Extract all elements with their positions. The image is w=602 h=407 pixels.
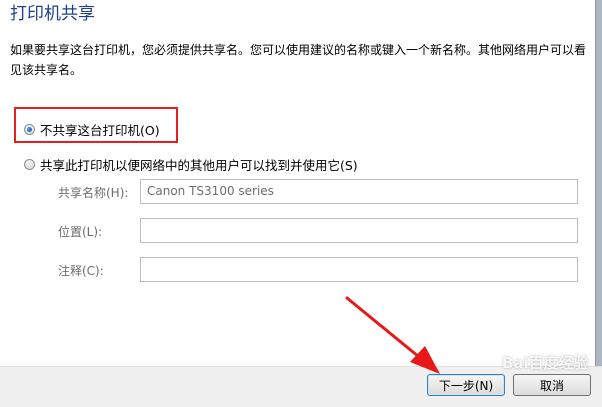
radio-share[interactable]: 共享此打印机以便网络中的其他用户可以找到并使用它(S) bbox=[24, 155, 358, 174]
location-input[interactable] bbox=[140, 218, 578, 243]
comment-input[interactable] bbox=[140, 257, 578, 282]
radio-unselected-icon[interactable] bbox=[24, 159, 35, 170]
share-name-input[interactable]: Canon TS3100 series bbox=[140, 179, 578, 204]
watermark-logo: Bai百度经验 bbox=[502, 354, 589, 372]
radio-no-share[interactable]: 不共享这台打印机(O) bbox=[24, 120, 160, 139]
location-label: 位置(L): bbox=[58, 225, 103, 239]
page-title: 打印机共享 bbox=[10, 4, 95, 24]
description-text: 如果要共享这台打印机，您必须提供共享名。您可以使用建议的名称或键入一个新名称。其… bbox=[10, 43, 587, 77]
comment-label: 注释(C): bbox=[58, 264, 104, 278]
cancel-button[interactable]: 取消 bbox=[513, 374, 591, 396]
radio-selected-icon[interactable] bbox=[24, 124, 35, 135]
radio-no-share-label: 不共享这台打印机(O) bbox=[40, 123, 160, 138]
share-name-label: 共享名称(H): bbox=[58, 186, 129, 200]
next-button[interactable]: 下一步(N) bbox=[427, 374, 505, 396]
radio-share-label: 共享此打印机以便网络中的其他用户可以找到并使用它(S) bbox=[40, 158, 358, 173]
window-edge bbox=[595, 0, 602, 366]
